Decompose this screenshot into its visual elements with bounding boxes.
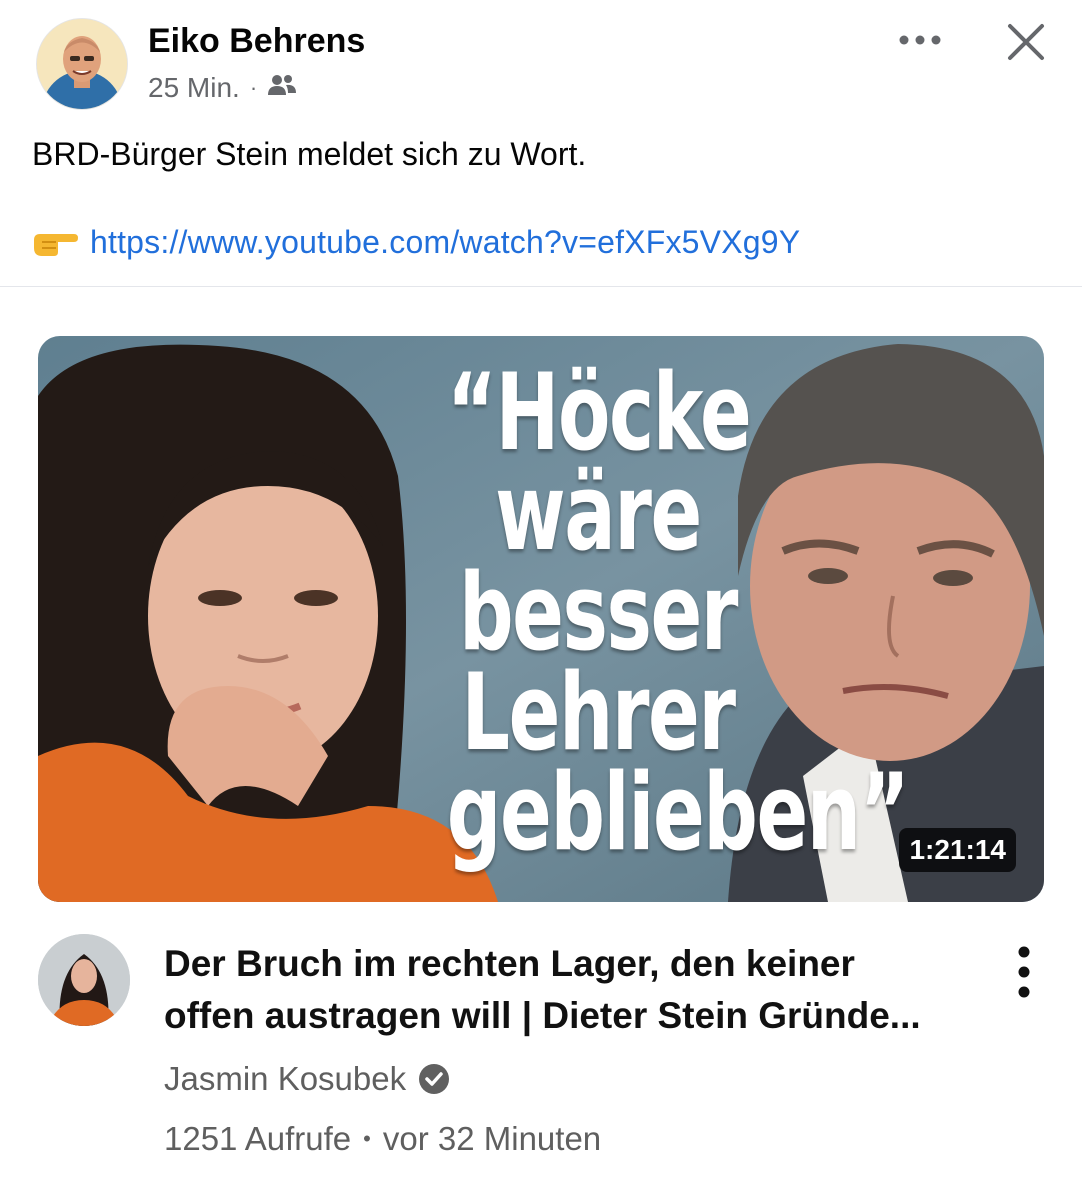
link-line: https://www.youtube.com/watch?v=efXFx5VX…	[32, 222, 800, 262]
more-options-button[interactable]	[892, 20, 948, 60]
youtube-link[interactable]: https://www.youtube.com/watch?v=efXFx5VX…	[90, 224, 800, 261]
divider	[0, 286, 1082, 287]
post-meta: 25 Min. ·	[148, 72, 297, 104]
post-text: BRD-Bürger Stein meldet sich zu Wort.	[32, 136, 587, 172]
author-avatar[interactable]	[36, 18, 128, 110]
author-avatar-image	[37, 19, 127, 109]
video-stats: 1251 Aufrufe • vor 32 Minuten	[164, 1120, 601, 1158]
verified-check-icon	[418, 1063, 450, 1095]
headline-line-2: wäre	[495, 451, 702, 574]
channel-avatar[interactable]	[38, 934, 130, 1026]
channel-row: Jasmin Kosubek	[164, 1060, 450, 1098]
video-title[interactable]: Der Bruch im rechten Lager, den keiner o…	[164, 938, 974, 1042]
friends-icon[interactable]	[267, 72, 297, 104]
headline-line-1: “Höcke	[446, 351, 752, 474]
thumbnail-headline: “Höcke wäre besser Lehrer geblieben”	[446, 351, 910, 874]
video-age: vor 32 Minuten	[382, 1120, 602, 1157]
close-icon	[1008, 24, 1044, 60]
more-vertical-icon	[1018, 946, 1030, 998]
meta-separator: ·	[249, 75, 258, 100]
headline-line-4: Lehrer	[461, 651, 736, 774]
close-button[interactable]	[998, 14, 1054, 70]
headline-line-5: geblieben”	[446, 751, 910, 874]
video-thumbnail[interactable]: “Höcke wäre besser Lehrer geblieben” 1:2…	[38, 336, 1044, 902]
video-title-line-1: Der Bruch im rechten Lager, den keiner	[164, 943, 855, 984]
stats-separator: •	[363, 1126, 371, 1151]
video-duration: 1:21:14	[899, 828, 1016, 872]
channel-avatar-image	[38, 934, 130, 1026]
channel-name[interactable]: Jasmin Kosubek	[164, 1060, 406, 1098]
video-meta: Der Bruch im rechten Lager, den keiner o…	[0, 920, 1082, 1200]
video-title-line-2: offen austragen will | Dieter Stein Grün…	[164, 995, 921, 1036]
video-menu-button[interactable]	[1004, 938, 1044, 1018]
pointing-hand-icon	[32, 222, 78, 262]
author-name[interactable]: Eiko Behrens	[148, 22, 365, 61]
headline-line-3: besser	[458, 551, 738, 674]
view-count: 1251 Aufrufe	[164, 1120, 352, 1157]
post-header: Eiko Behrens 25 Min. ·	[0, 0, 1082, 120]
post-time[interactable]: 25 Min.	[148, 72, 240, 104]
more-horizontal-icon	[899, 35, 941, 45]
